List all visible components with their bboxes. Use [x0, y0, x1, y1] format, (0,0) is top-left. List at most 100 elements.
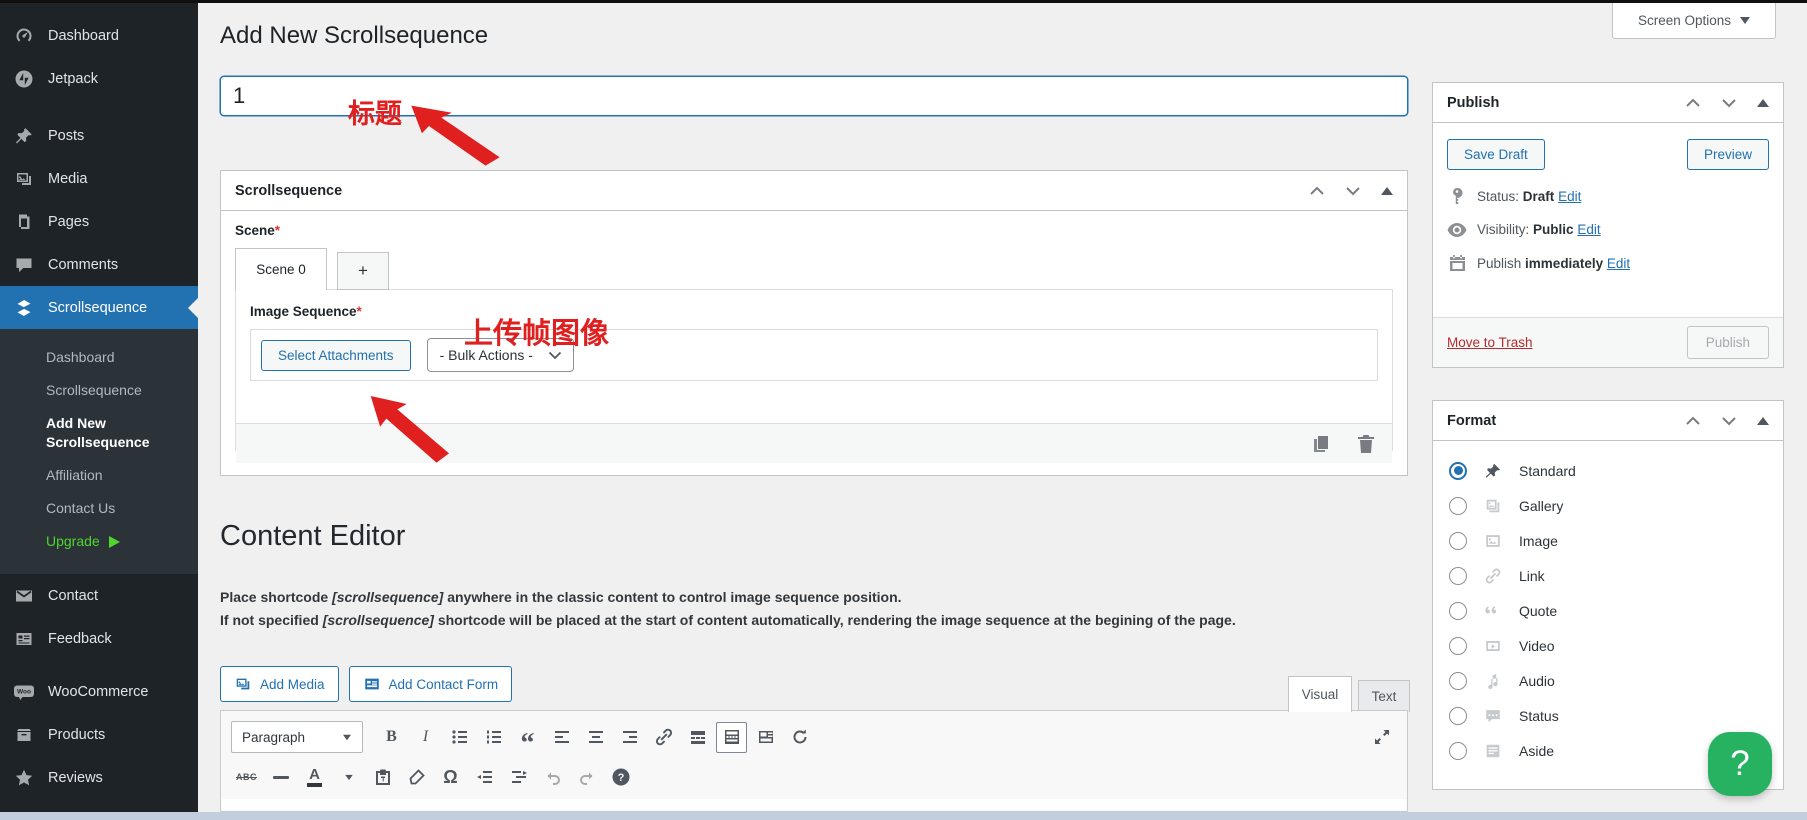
sidebar-item-contact[interactable]: Contact — [0, 574, 198, 617]
refresh-button[interactable] — [784, 722, 815, 753]
sidebar-item-feedback[interactable]: Feedback — [0, 617, 198, 660]
sidebar-item-scrollsequence[interactable]: Scrollsequence — [0, 286, 198, 329]
radio-standard[interactable] — [1449, 462, 1467, 480]
paragraph-format-select[interactable]: Paragraph — [231, 721, 363, 753]
schedule-row: Publish immediately Edit — [1447, 254, 1769, 272]
editor-toolbar-row1: Paragraph B I “ — [221, 711, 1407, 757]
tab-text[interactable]: Text — [1358, 680, 1410, 712]
redo-button[interactable] — [571, 762, 602, 793]
sidebar-item-jetpack[interactable]: Jetpack — [0, 57, 198, 100]
add-media-button[interactable]: Add Media — [220, 666, 339, 702]
numbered-list-button[interactable] — [478, 722, 509, 753]
submenu-item-add-new[interactable]: Add New Scrollsequence — [0, 407, 198, 459]
add-contact-form-button[interactable]: Add Contact Form — [349, 666, 513, 702]
visibility-label: Visibility: — [1477, 222, 1529, 237]
fullscreen-icon[interactable] — [1366, 722, 1397, 753]
submenu-item-upgrade[interactable]: Upgrade — [0, 525, 198, 558]
text-color-dropdown-icon[interactable] — [333, 762, 364, 793]
radio-image[interactable] — [1449, 532, 1467, 550]
outdent-button[interactable] — [469, 762, 500, 793]
svg-text:Woo: Woo — [17, 688, 31, 695]
duplicate-icon[interactable] — [1310, 433, 1332, 455]
move-down-icon[interactable] — [1721, 98, 1737, 108]
collapse-toggle-icon[interactable] — [1757, 417, 1769, 425]
select-attachments-button[interactable]: Select Attachments — [261, 340, 411, 371]
radio-video[interactable] — [1449, 637, 1467, 655]
attachments-box: Select Attachments - Bulk Actions - — [250, 329, 1378, 381]
read-more-button[interactable] — [682, 722, 713, 753]
clear-formatting-button[interactable] — [401, 762, 432, 793]
move-up-icon[interactable] — [1685, 98, 1701, 108]
move-down-icon[interactable] — [1345, 186, 1361, 196]
sidebar-item-comments[interactable]: Comments — [0, 243, 198, 286]
move-up-icon[interactable] — [1685, 416, 1701, 426]
preview-button[interactable]: Preview — [1687, 139, 1769, 170]
add-scene-tab-button[interactable]: + — [337, 252, 389, 290]
align-right-button[interactable] — [614, 722, 645, 753]
toolbar-toggle-button[interactable] — [716, 722, 747, 753]
text-color-button[interactable]: A — [299, 762, 330, 793]
submenu-item-affiliation[interactable]: Affiliation — [0, 459, 198, 492]
sidebar-item-posts[interactable]: Posts — [0, 114, 198, 157]
sidebar-item-woocommerce[interactable]: Woo WooCommerce — [0, 670, 198, 713]
sidebar-item-reviews[interactable]: Reviews — [0, 756, 198, 799]
edit-schedule-link[interactable]: Edit — [1607, 256, 1630, 271]
sidebar-item-media[interactable]: Media — [0, 157, 198, 200]
collapse-toggle-icon[interactable] — [1381, 187, 1393, 195]
radio-status[interactable] — [1449, 707, 1467, 725]
bullet-list-button[interactable] — [444, 722, 475, 753]
collapse-toggle-icon[interactable] — [1757, 99, 1769, 107]
special-character-button[interactable]: Ω — [435, 762, 466, 793]
radio-audio[interactable] — [1449, 672, 1467, 690]
chevron-down-icon — [343, 734, 351, 740]
upgrade-arrow-icon — [109, 536, 120, 548]
undo-button[interactable] — [537, 762, 568, 793]
insert-form-button[interactable] — [750, 722, 781, 753]
content-editor-heading: Content Editor — [220, 520, 405, 553]
trash-icon[interactable] — [1356, 433, 1376, 455]
sidebar-item-pages[interactable]: Pages — [0, 200, 198, 243]
chevron-down-icon — [548, 351, 562, 360]
paragraph-format-value: Paragraph — [242, 730, 305, 745]
move-up-icon[interactable] — [1309, 186, 1325, 196]
bold-button[interactable]: B — [376, 722, 407, 753]
editor-content-area[interactable] — [222, 799, 1406, 810]
visibility-row: Visibility: Public Edit — [1447, 222, 1769, 237]
sidebar-item-label: Products — [48, 727, 105, 743]
save-draft-button[interactable]: Save Draft — [1447, 139, 1545, 170]
move-down-icon[interactable] — [1721, 416, 1737, 426]
paste-as-text-button[interactable] — [367, 762, 398, 793]
envelope-icon — [13, 586, 35, 606]
sidebar-item-dashboard[interactable]: Dashboard — [0, 14, 198, 57]
radio-aside[interactable] — [1449, 742, 1467, 760]
indent-button[interactable] — [503, 762, 534, 793]
tab-scene-0[interactable]: Scene 0 — [235, 248, 327, 290]
annotation-arrow-title — [406, 102, 512, 174]
align-left-button[interactable] — [546, 722, 577, 753]
submenu-item-dashboard[interactable]: Dashboard — [0, 341, 198, 374]
publish-button[interactable]: Publish — [1687, 326, 1769, 359]
submenu-item-contact-us[interactable]: Contact Us — [0, 492, 198, 525]
link-button[interactable] — [648, 722, 679, 753]
admin-sidebar: Dashboard Jetpack Posts Media Pages Comm… — [0, 0, 198, 812]
italic-button[interactable]: I — [410, 722, 441, 753]
shortcode-token: [scrollsequence] — [323, 612, 434, 628]
editor-toolbar-row2: ABC A Ω ? — [221, 757, 1407, 797]
radio-gallery[interactable] — [1449, 497, 1467, 515]
submenu-item-scrollsequence[interactable]: Scrollsequence — [0, 374, 198, 407]
horizontal-rule-button[interactable] — [265, 762, 296, 793]
sidebar-item-products[interactable]: Products — [0, 713, 198, 756]
edit-status-link[interactable]: Edit — [1558, 189, 1581, 204]
help-icon[interactable]: ? — [605, 762, 636, 793]
help-bubble-button[interactable]: ? — [1708, 732, 1772, 796]
tab-visual[interactable]: Visual — [1288, 676, 1352, 712]
chevron-down-icon — [1740, 17, 1750, 24]
radio-link[interactable] — [1449, 567, 1467, 585]
strikethrough-button[interactable]: ABC — [231, 762, 262, 793]
move-to-trash-link[interactable]: Move to Trash — [1447, 335, 1533, 350]
align-center-button[interactable] — [580, 722, 611, 753]
edit-visibility-link[interactable]: Edit — [1577, 222, 1600, 237]
screen-options-button[interactable]: Screen Options — [1612, 3, 1776, 39]
blockquote-button[interactable]: “ — [512, 722, 543, 753]
radio-quote[interactable] — [1449, 602, 1467, 620]
